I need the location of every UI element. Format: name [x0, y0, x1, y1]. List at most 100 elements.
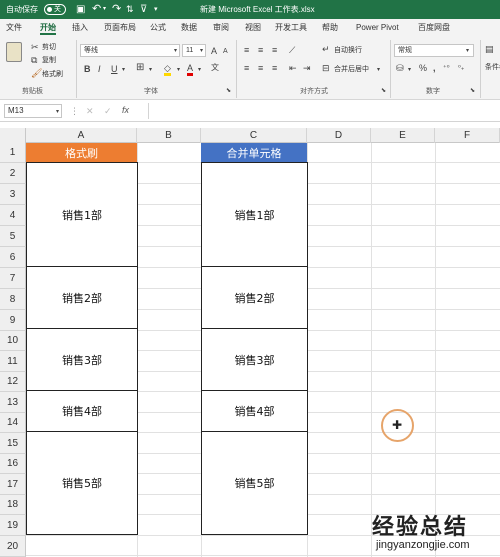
filter-icon[interactable]: ⊽ [140, 0, 147, 19]
tab-baidu-netdisk[interactable]: 百度网盘 [418, 19, 450, 36]
tab-help[interactable]: 帮助 [322, 19, 338, 36]
tab-page-layout[interactable]: 页面布局 [104, 19, 136, 36]
borders-icon[interactable]: ⊞ [136, 63, 144, 73]
cut-button[interactable]: 剪切 [42, 42, 56, 52]
fill-color-icon[interactable]: ◇ [164, 63, 171, 76]
copy-icon[interactable]: ⧉ [31, 55, 37, 65]
name-box-dropdown-icon[interactable]: ▾ [56, 107, 59, 117]
select-all-corner[interactable] [0, 128, 26, 143]
save-icon[interactable]: ▣ [76, 0, 85, 19]
italic-icon[interactable]: I [98, 64, 101, 74]
increase-decimal-icon[interactable]: ⁺⁰ [443, 64, 450, 74]
row-header[interactable]: 2 [0, 163, 26, 184]
align-top-icon[interactable]: ≡ [244, 45, 249, 55]
column-header-d[interactable]: D [307, 128, 371, 143]
tab-home[interactable]: 开始 [40, 19, 56, 36]
underline-dropdown-icon[interactable]: ▾ [122, 65, 125, 75]
autosave-toggle[interactable]: 关 [44, 4, 66, 15]
cell-c1-header[interactable]: 合并单元格 [201, 143, 307, 163]
merge-dropdown-icon[interactable]: ▾ [377, 65, 380, 75]
enter-icon[interactable]: ✓ [104, 106, 112, 116]
number-format-select[interactable]: 常规 [394, 44, 474, 57]
tab-view[interactable]: 视图 [245, 19, 261, 36]
number-format-dropdown-icon[interactable]: ▾ [466, 46, 469, 56]
row-header[interactable]: 8 [0, 289, 26, 310]
row-header[interactable]: 20 [0, 536, 26, 557]
sort-icon[interactable]: ⇅ [126, 0, 134, 19]
merged-cell-a-group-5[interactable]: 销售5部 [26, 431, 138, 535]
tab-insert[interactable]: 插入 [72, 19, 88, 36]
merged-cell-c-group-4[interactable]: 销售4部 [201, 390, 308, 432]
orientation-icon[interactable]: ⟋ [289, 45, 295, 55]
tab-developer[interactable]: 开发工具 [275, 19, 307, 36]
tab-power-pivot[interactable]: Power Pivot [356, 19, 399, 36]
column-header-f[interactable]: F [435, 128, 500, 143]
copy-button[interactable]: 复制 [42, 55, 56, 65]
borders-dropdown-icon[interactable]: ▾ [149, 65, 152, 75]
merged-cell-a-group-2[interactable]: 销售2部 [26, 266, 138, 329]
merged-cell-a-group-3[interactable]: 销售3部 [26, 328, 138, 391]
font-dialog-launcher-icon[interactable]: ⬊ [226, 86, 231, 96]
font-name-select[interactable]: 等线 [80, 44, 180, 57]
row-header[interactable]: 3 [0, 184, 26, 205]
font-name-dropdown-icon[interactable]: ▾ [174, 46, 177, 56]
phonetic-icon[interactable]: 文 [211, 63, 219, 73]
align-right-icon[interactable]: ≡ [272, 63, 277, 73]
fill-color-dropdown-icon[interactable]: ▾ [177, 65, 180, 75]
align-bottom-icon[interactable]: ≡ [272, 45, 277, 55]
currency-dropdown-icon[interactable]: ▾ [408, 65, 411, 75]
decrease-indent-icon[interactable]: ⇤ [289, 63, 297, 73]
insert-function-icon[interactable]: fx [122, 105, 129, 115]
row-header[interactable]: 5 [0, 226, 26, 247]
bold-icon[interactable]: B [84, 64, 91, 74]
quick-access-dropdown-icon[interactable]: ▾ [154, 0, 158, 19]
row-header[interactable]: 17 [0, 474, 26, 495]
row-header[interactable]: 4 [0, 205, 26, 226]
currency-icon[interactable]: ⛁ [396, 63, 404, 73]
tab-file[interactable]: 文件 [6, 19, 22, 36]
merged-cell-a-group-4[interactable]: 销售4部 [26, 390, 138, 432]
row-header[interactable]: 19 [0, 515, 26, 536]
wrap-text-button[interactable]: 自动换行 [334, 45, 362, 55]
percent-icon[interactable]: % [419, 63, 427, 73]
paste-icon[interactable] [6, 42, 22, 62]
column-header-a[interactable]: A [26, 128, 137, 143]
align-middle-icon[interactable]: ≡ [258, 45, 263, 55]
merged-cell-c-group-2[interactable]: 销售2部 [201, 266, 308, 329]
wrap-text-icon[interactable]: ↵ [322, 44, 330, 54]
number-dialog-launcher-icon[interactable]: ⬊ [470, 86, 475, 96]
increase-font-icon[interactable]: A [211, 46, 217, 56]
row-header[interactable]: 11 [0, 351, 26, 372]
undo-icon[interactable]: ↶ [92, 0, 101, 19]
align-left-icon[interactable]: ≡ [244, 63, 249, 73]
undo-dropdown-icon[interactable]: ▾ [103, 0, 106, 19]
column-header-b[interactable]: B [137, 128, 201, 143]
name-box[interactable]: M13 [4, 104, 62, 118]
tab-formulas[interactable]: 公式 [150, 19, 166, 36]
decrease-font-icon[interactable]: A [223, 47, 228, 57]
row-header[interactable]: 7 [0, 268, 26, 289]
alignment-dialog-launcher-icon[interactable]: ⬊ [381, 86, 386, 96]
increase-indent-icon[interactable]: ⇥ [303, 63, 311, 73]
font-size-dropdown-icon[interactable]: ▾ [200, 46, 203, 56]
row-header[interactable]: 12 [0, 372, 26, 392]
row-header[interactable]: 15 [0, 433, 26, 454]
merged-cell-c-group-5[interactable]: 销售5部 [201, 431, 308, 535]
merged-cell-c-group-3[interactable]: 销售3部 [201, 328, 308, 391]
worksheet-grid[interactable]: 1 2 3 4 5 6 7 8 9 10 11 12 13 14 15 16 1… [0, 143, 500, 557]
cut-icon[interactable]: ✂ [31, 42, 39, 52]
align-center-icon[interactable]: ≡ [258, 63, 263, 73]
conditional-formatting-icon[interactable]: ▤ [485, 44, 494, 54]
cancel-icon[interactable]: ✕ [86, 106, 94, 116]
merged-cell-a-group-1[interactable]: 销售1部 [26, 162, 138, 267]
font-color-icon[interactable]: A [187, 63, 194, 76]
row-header[interactable]: 9 [0, 310, 26, 331]
format-painter-icon[interactable]: 🖌 [31, 68, 42, 78]
row-header[interactable]: 13 [0, 392, 26, 413]
tab-data[interactable]: 数据 [181, 19, 197, 36]
redo-icon[interactable]: ↷ [112, 0, 121, 19]
cell-a1-header[interactable]: 格式刷 [26, 143, 137, 163]
font-color-dropdown-icon[interactable]: ▾ [198, 65, 201, 75]
row-header[interactable]: 10 [0, 331, 26, 351]
merge-center-icon[interactable]: ⊟ [322, 63, 330, 73]
